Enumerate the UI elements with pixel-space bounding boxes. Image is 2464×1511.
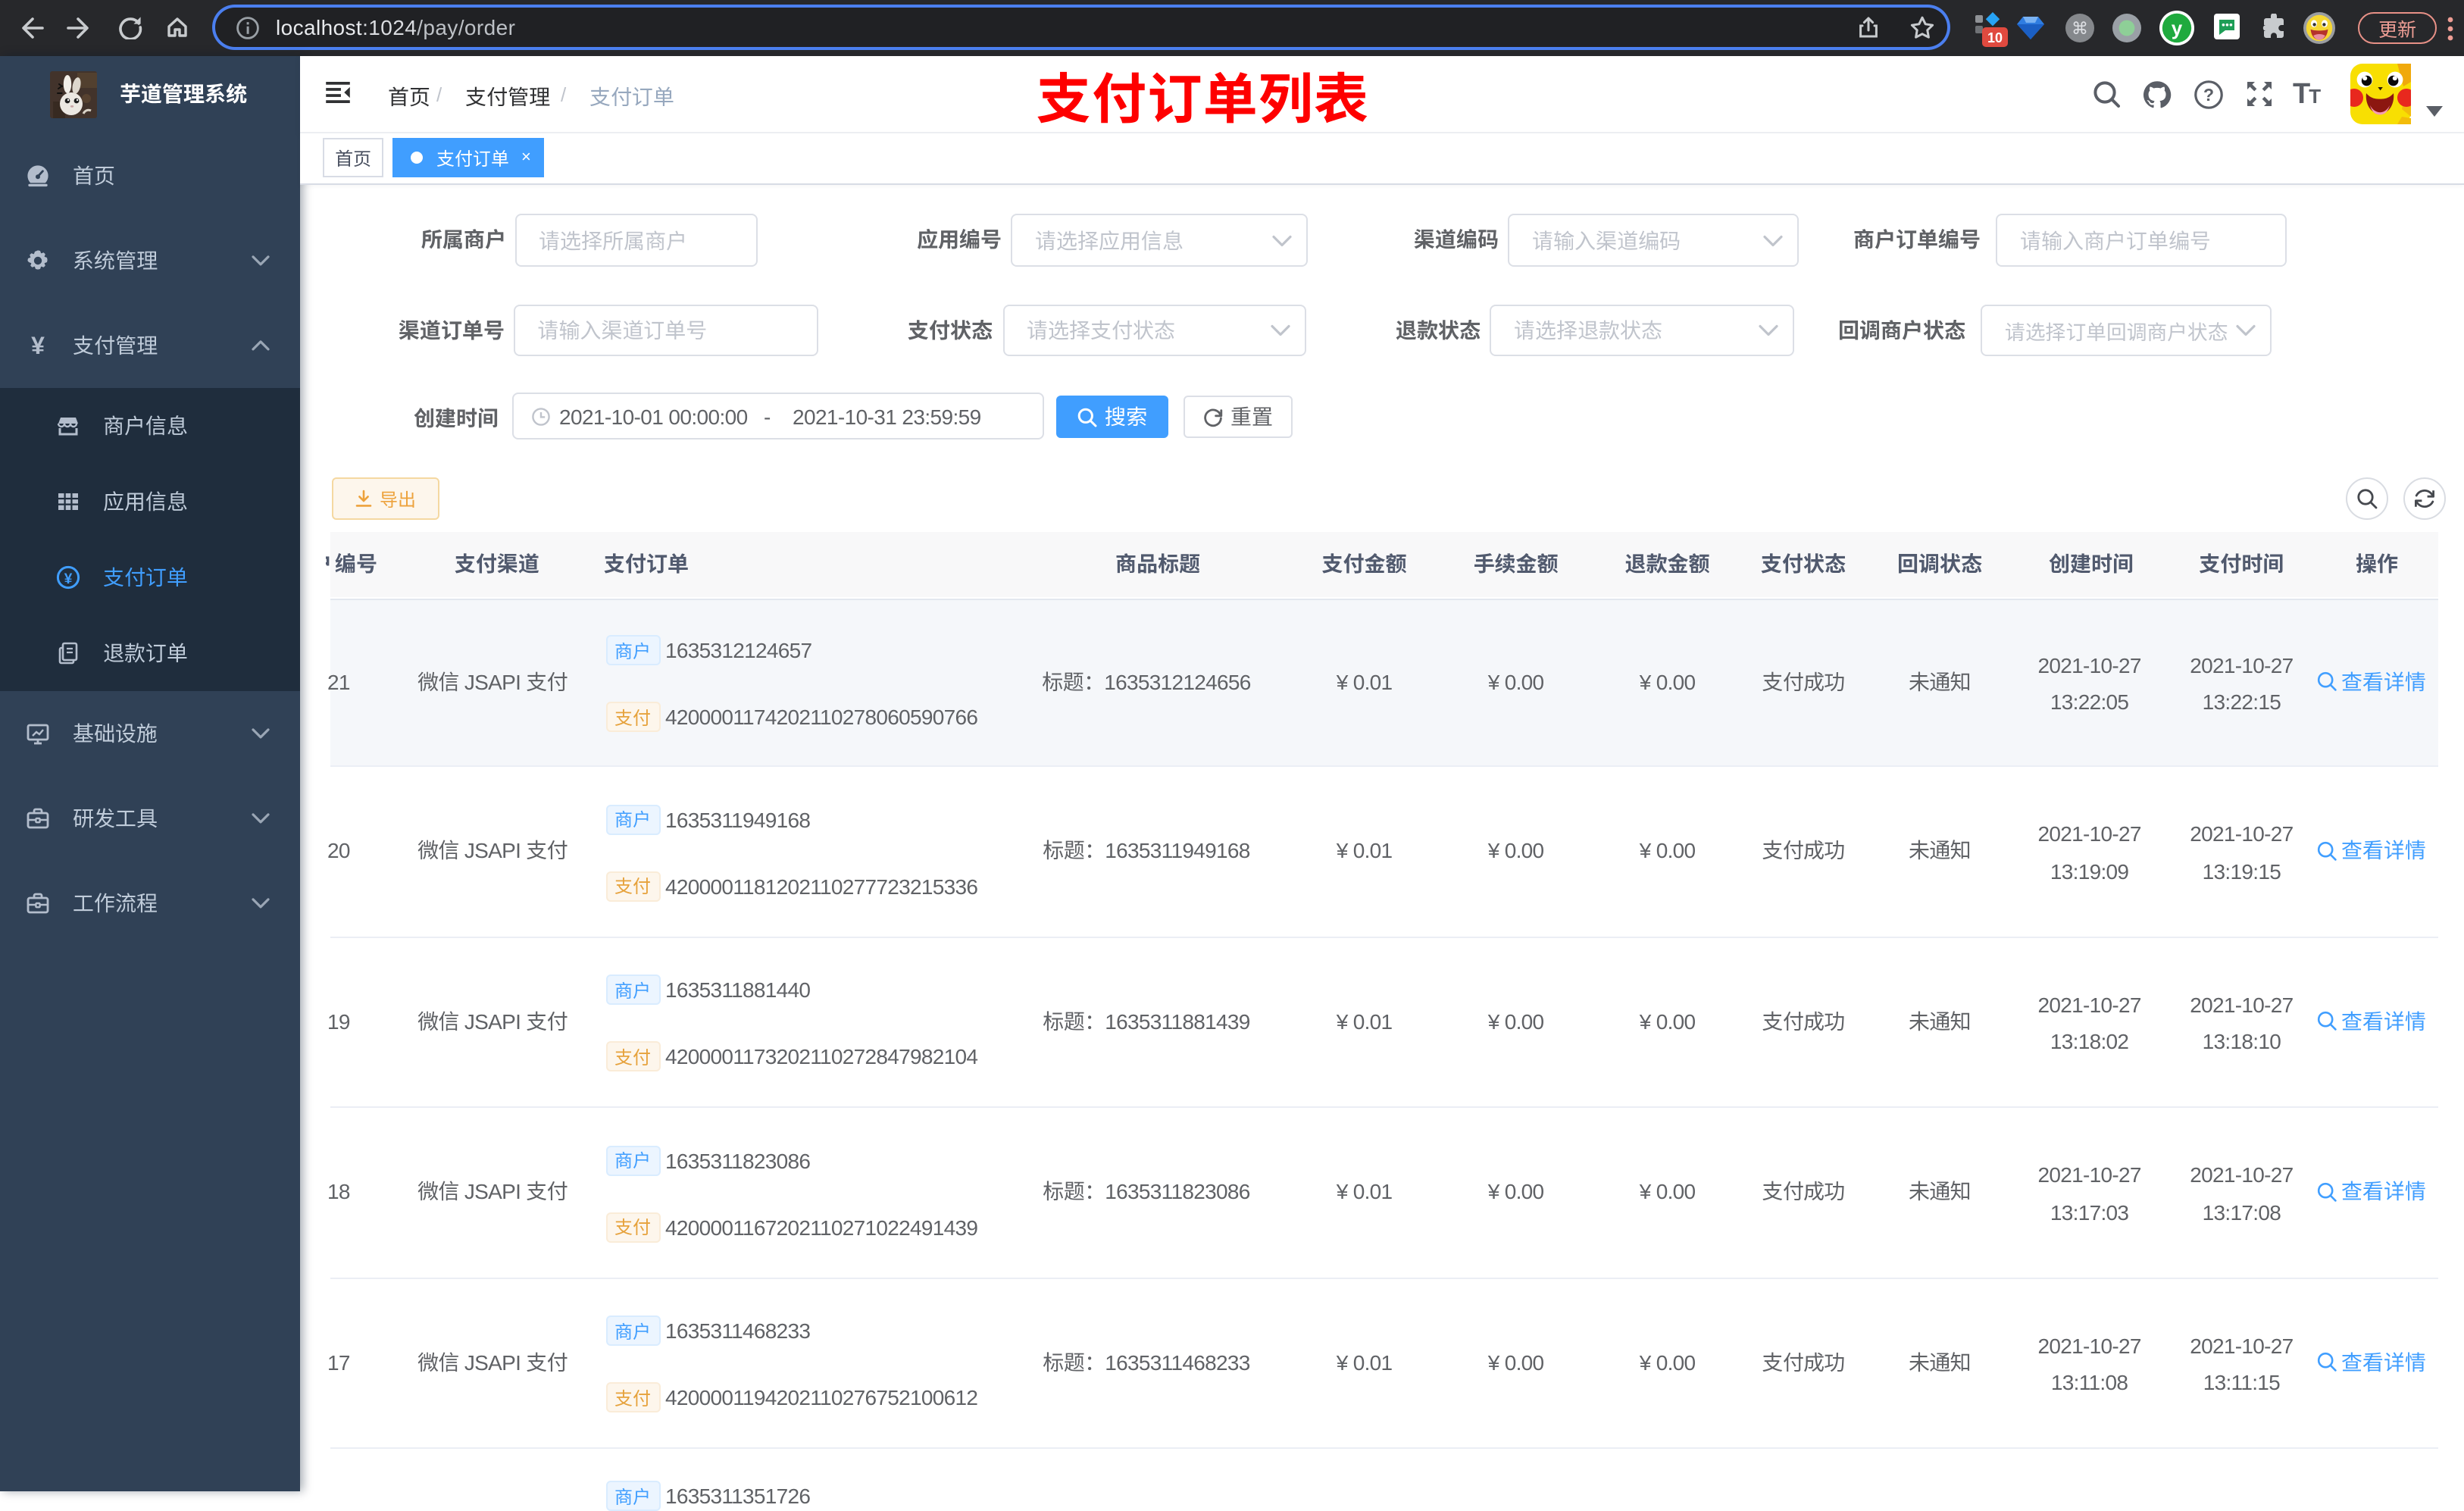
svg-text:y: y bbox=[2172, 17, 2183, 39]
svg-text:¥: ¥ bbox=[31, 333, 45, 358]
svg-text:¥: ¥ bbox=[64, 571, 73, 587]
svg-text:⌘: ⌘ bbox=[2072, 19, 2088, 38]
svg-text:?: ? bbox=[2203, 85, 2214, 105]
